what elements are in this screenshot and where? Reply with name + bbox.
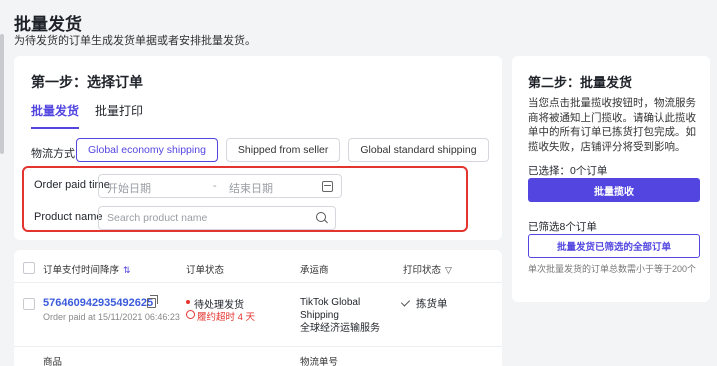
calendar-icon[interactable] bbox=[322, 181, 333, 192]
copy-icon[interactable] bbox=[147, 295, 158, 308]
filter-icon[interactable]: ▽ bbox=[445, 265, 452, 276]
header-divider bbox=[14, 282, 502, 283]
shipping-option-shipped-from-seller[interactable]: Shipped from seller bbox=[225, 138, 341, 162]
select-orders-card: 第一步：选择订单 批量发货 批量打印 物流方式 Global economy s… bbox=[14, 56, 502, 240]
date-range-picker[interactable]: 开始日期 - 结束日期 bbox=[98, 174, 342, 198]
bulk-pickup-button[interactable]: 批量揽收 bbox=[528, 178, 700, 202]
carrier-line-3: 全球经济运输服务 bbox=[300, 323, 380, 334]
end-date-field[interactable]: 结束日期 bbox=[229, 180, 273, 196]
search-icon[interactable] bbox=[316, 212, 326, 222]
sort-icon[interactable]: ⇅ bbox=[123, 265, 131, 276]
page-scrollbar[interactable] bbox=[0, 34, 4, 154]
carrier-name: TikTok Global Shipping 全球经济运输服务 bbox=[300, 296, 380, 335]
step2-description: 当您点击批量揽收按钮时，物流服务商将被通知上门揽收。请确认此揽收单中的所有订单已… bbox=[528, 97, 696, 153]
print-status: 拣货单 bbox=[416, 298, 448, 310]
status-dot-icon bbox=[186, 300, 190, 304]
start-date-field[interactable]: 开始日期 bbox=[107, 180, 151, 196]
date-separator: - bbox=[213, 180, 217, 192]
tab-bulk-ship[interactable]: 批量发货 bbox=[31, 102, 80, 129]
row-checkbox[interactable] bbox=[23, 298, 35, 310]
goods-subheader: 商品 bbox=[43, 357, 63, 366]
orders-table: 订单支付时间降序 ⇅ 订单状态 承运商 打印状态 ▽ 576460942935492… bbox=[14, 250, 502, 366]
order-id-link[interactable]: 576460942935492625 bbox=[43, 297, 153, 309]
tracking-subheader: 物流单号 bbox=[300, 357, 339, 366]
product-name-label: Product name bbox=[34, 211, 103, 223]
shipping-method-label: 物流方式 bbox=[31, 148, 75, 160]
clock-icon bbox=[186, 310, 195, 319]
product-search-input[interactable] bbox=[99, 207, 309, 229]
row-divider bbox=[14, 346, 502, 347]
check-icon bbox=[400, 297, 411, 307]
carrier-line-1: TikTok Global bbox=[300, 297, 361, 308]
select-all-checkbox[interactable] bbox=[23, 262, 35, 274]
page-subtitle: 为待发货的订单生成发货单据或者安排批量发货。 bbox=[14, 35, 256, 47]
filter-panel: Order paid time 开始日期 - 结束日期 Product name bbox=[22, 166, 468, 232]
shipping-option-global-economy[interactable]: Global economy shipping bbox=[76, 138, 218, 162]
order-paid-at: Order paid at 15/11/2021 06:46:23 bbox=[43, 312, 180, 322]
tab-bulk-print[interactable]: 批量打印 bbox=[95, 102, 143, 129]
header-print-status-label: 打印状态 bbox=[403, 265, 442, 276]
mode-tabs: 批量发货 批量打印 bbox=[31, 102, 143, 129]
step1-title: 第一步：选择订单 bbox=[31, 74, 143, 90]
header-status: 订单状态 bbox=[186, 265, 225, 276]
header-paid-time[interactable]: 订单支付时间降序 ⇅ bbox=[43, 262, 131, 276]
shipping-option-global-standard[interactable]: Global standard shipping bbox=[348, 138, 489, 162]
carrier-line-2: Shipping bbox=[300, 310, 339, 321]
max-orders-note: 单次批量发货的订单总数需小于等于200个 bbox=[528, 264, 697, 274]
header-carrier: 承运商 bbox=[300, 265, 329, 276]
bulk-ship-all-button[interactable]: 批量发货已筛选的全部订单 bbox=[528, 234, 700, 258]
header-print-status: 打印状态 ▽ bbox=[403, 262, 452, 276]
header-paid-time-label: 订单支付时间降序 bbox=[43, 265, 120, 276]
fulfillment-overdue: 履约超时 4 天 bbox=[197, 312, 256, 323]
bulk-ship-card: 第二步：批量发货 当您点击批量揽收按钮时，物流服务商将被通知上门揽收。请确认此揽… bbox=[512, 56, 710, 302]
selected-count: 已选择：0个订单 bbox=[528, 165, 608, 177]
shipping-options: Global economy shipping Shipped from sel… bbox=[76, 138, 489, 162]
filtered-count: 已筛选8个订单 bbox=[528, 221, 597, 233]
step2-title: 第二步：批量发货 bbox=[528, 75, 633, 90]
product-search-box bbox=[98, 206, 336, 230]
